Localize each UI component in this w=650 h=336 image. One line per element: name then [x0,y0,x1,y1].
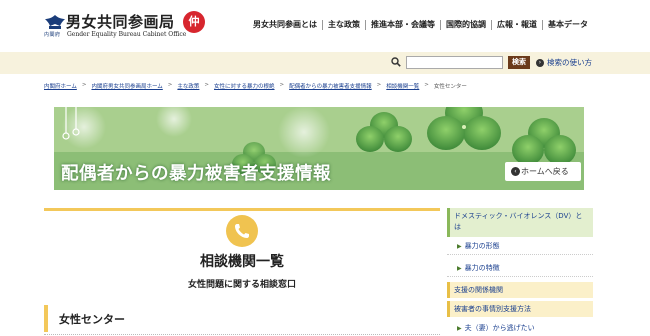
breadcrumb-bureau-home[interactable]: 内閣府男女共同参画局ホーム [91,82,162,90]
sidebar-item-dv-about[interactable]: ドメスティック・バイオレンス（DV）とは [447,208,593,237]
section-divider [44,334,440,335]
logo-subtitle: Gender Equality Bureau Cabinet Office [67,31,187,38]
nav-policies[interactable]: 主な政策 [322,20,365,30]
triangle-right-icon: ▶ [457,243,462,250]
phone-icon [226,215,258,247]
home-button-label: ホームへ戻る [521,167,569,176]
breadcrumb-separator: > [279,82,285,88]
cabinet-emblem-icon [45,15,65,29]
triangle-right-icon: ▶ [457,265,462,272]
logo-title: 男女共同参画局 [66,13,175,31]
search-button[interactable]: 検索 [508,56,530,69]
sidebar-item-violence-forms[interactable]: ▶ 暴力の形態 [447,238,593,255]
breadcrumb-separator: > [424,82,429,88]
sidebar-item-support-methods[interactable]: 被害者の事情別支援方法 [447,301,593,317]
sidebar-item-escape[interactable]: ▶ 夫（妻）から逃げたい [447,320,593,336]
nav-press[interactable]: 広報・報道 [491,20,542,30]
search-help-link[interactable]: › 検索の使い方 [536,57,592,68]
breadcrumb-policies[interactable]: 主な政策 [177,82,199,90]
breadcrumb-cabinet-home[interactable]: 内閣府ホーム [44,82,77,90]
global-nav: 男女共同参画とは 主な政策 推進本部・会議等 国際的協調 広報・報道 基本データ [248,20,593,30]
search-help-label: 検索の使い方 [547,58,592,67]
logo-mark-icon: 仲 [183,11,205,33]
breadcrumb-current: 女性センター [433,84,467,90]
site-logo[interactable]: 内閣府 男女共同参画局 Gender Equality Bureau Cabin… [44,11,214,44]
breadcrumb: 内閣府ホーム > 内閣府男女共同参画局ホーム > 主な政策 > 女性に対する暴力… [44,82,467,90]
search-input[interactable] [406,56,503,69]
breadcrumb-dv-support[interactable]: 配偶者からの暴力被害者支援情報 [289,82,372,90]
page-subtitle: 女性問題に関する相談窓口 [187,280,296,290]
sidebar-item-support-agencies[interactable]: 支援の関係機関 [447,282,593,298]
arrow-right-icon: › [536,59,544,67]
breadcrumb-separator: > [204,82,210,88]
breadcrumb-consultation-list[interactable]: 相談機関一覧 [386,82,419,90]
site-header: 内閣府 男女共同参画局 Gender Equality Bureau Cabin… [0,0,650,52]
sidebar-item-label: 暴力の形態 [464,242,500,250]
nav-data[interactable]: 基本データ [542,20,593,30]
section-heading: 女性センター [44,305,440,332]
nav-headquarters[interactable]: 推進本部・会議等 [365,20,440,30]
breadcrumb-violence[interactable]: 女性に対する暴力の根絶 [214,82,275,90]
sidebar-item-violence-traits[interactable]: ▶ 暴力の特徴 [447,260,593,277]
page-title: 相談機関一覧 [200,254,284,270]
main-top-rule [44,208,440,211]
sidebar-item-label: 暴力の特徴 [464,264,500,272]
logo-cabinet-label: 内閣府 [44,32,61,38]
breadcrumb-separator: > [376,82,382,88]
home-button[interactable]: ‹ ホームへ戻る [505,162,581,181]
breadcrumb-separator: > [81,82,87,88]
triangle-right-icon: ▶ [457,325,462,332]
breadcrumb-separator: > [167,82,173,88]
nav-international[interactable]: 国際的協調 [440,20,491,30]
sidebar-item-label: 夫（妻）から逃げたい [464,324,535,332]
phone-glyph-icon [235,224,249,238]
section-title: 女性センター [59,313,125,326]
search-bar: 検索 › 検索の使い方 [0,52,650,74]
hero-banner: 配偶者からの暴力被害者支援情報 ‹ ホームへ戻る [54,107,584,190]
banner-title: 配偶者からの暴力被害者支援情報 [61,164,331,184]
nav-about[interactable]: 男女共同参画とは [248,20,322,30]
arrow-left-icon: ‹ [511,167,520,176]
search-icon [391,57,401,67]
